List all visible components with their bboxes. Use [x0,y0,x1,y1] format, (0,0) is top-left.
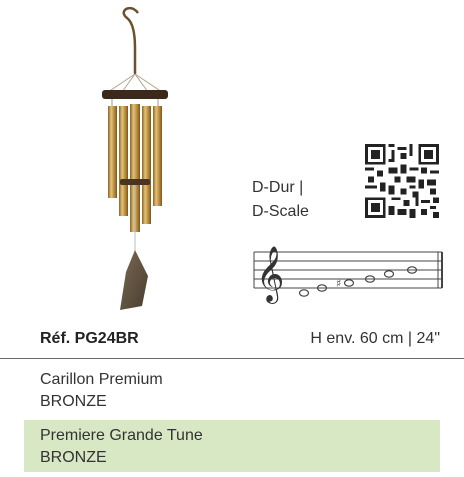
variant-carillon-premium[interactable]: Carillon Premium BRONZE [24,364,440,416]
variant-finish: BRONZE [40,449,107,466]
qr-code[interactable] [364,144,440,218]
scale-label-line1: D-Dur | [252,179,304,196]
sharp-icon: ♯ [336,277,341,290]
wind-chime-image [102,6,168,310]
variant-name: Premiere Grande Tune [40,427,203,444]
variant-name: Carillon Premium [40,371,163,388]
reference-row: Réf. PG24BR H env. 60 cm | 24" [0,318,464,359]
treble-clef-icon: 𝄞 [256,246,284,304]
scale-label: D-Dur | D-Scale [252,176,309,224]
reference-code: Réf. PG24BR [40,330,139,347]
music-staff: 𝄞 ♯ [253,246,443,304]
reference-size: H env. 60 cm | 24" [310,330,440,347]
variant-finish: BRONZE [40,393,107,410]
variant-premiere-grande-tune[interactable]: Premiere Grande Tune BRONZE [24,420,440,472]
scale-label-line2: D-Scale [252,203,309,220]
